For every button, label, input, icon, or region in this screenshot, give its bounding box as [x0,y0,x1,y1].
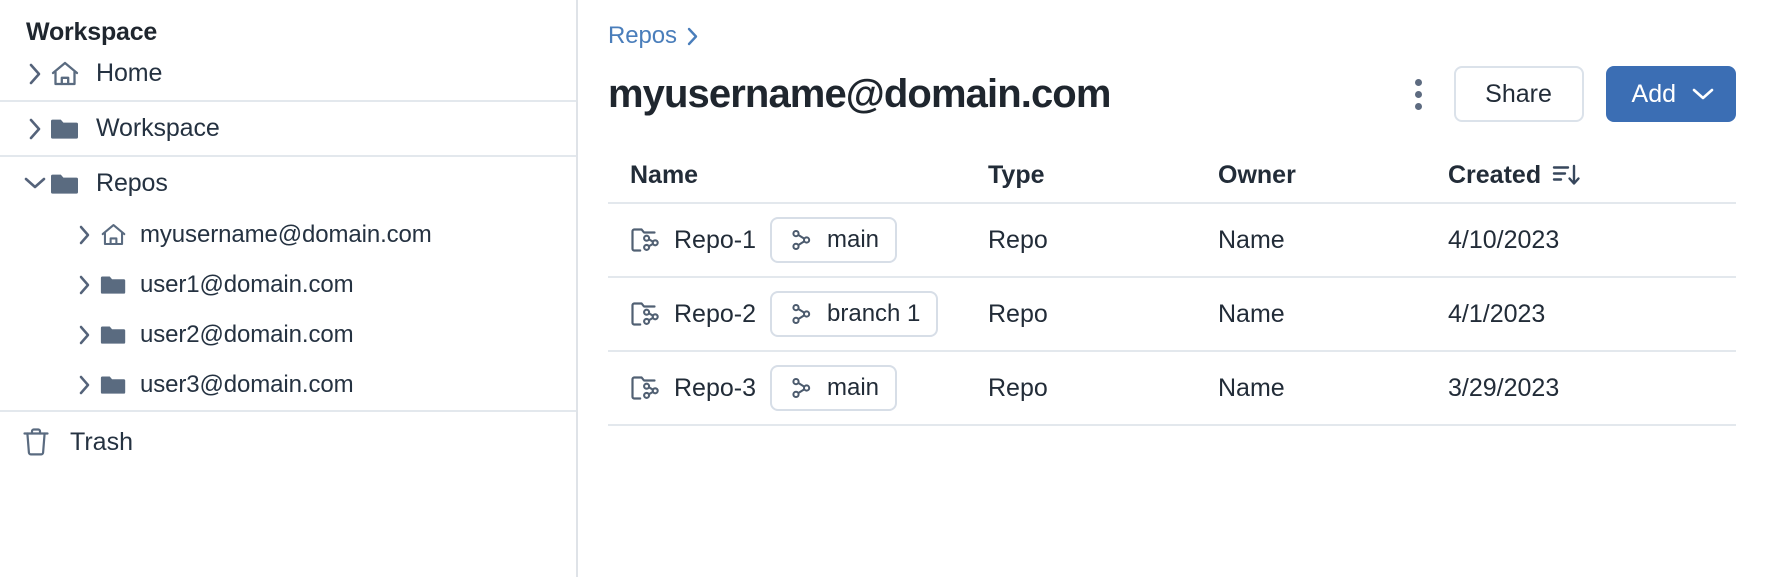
chevron-right-icon[interactable] [72,222,98,248]
chevron-right-icon[interactable] [22,61,48,87]
sidebar-group-home: Home [0,47,576,102]
branch-badge[interactable]: branch 1 [770,291,939,337]
page-header: myusername@domain.com Share Add [578,50,1780,122]
sidebar-item-label: Workspace [96,114,220,142]
kebab-dot [1415,78,1423,86]
cell-created: 4/10/2023 [1448,225,1560,254]
sidebar-item-workspace[interactable]: Workspace [0,102,576,155]
table-row[interactable]: Repo-1 main Repo Name 4/10/2023 [608,204,1736,278]
cell-name-label: Repo-1 [674,225,756,254]
sidebar: Workspace Home Workspace Repos myusernam… [0,0,578,577]
column-header-owner[interactable]: Owner [1218,161,1448,190]
branch-badge-label: main [827,226,880,253]
cell-type: Repo [988,225,1048,254]
branch-badge[interactable]: main [770,217,898,263]
cell-name-label: Repo-2 [674,299,756,328]
column-header-created[interactable]: Created [1448,161,1736,190]
trash-icon [22,427,56,457]
sidebar-item-label: user3@domain.com [140,371,354,398]
cell-type: Repo [988,373,1048,402]
sidebar-item-myusername[interactable]: myusername@domain.com [0,210,576,260]
kebab-dot [1415,102,1423,110]
folder-icon [50,172,84,196]
main-content: Repos myusername@domain.com Share Add Na… [578,0,1780,577]
cell-name: Repo-2 branch 1 [608,291,988,337]
sidebar-item-user1[interactable]: user1@domain.com [0,260,576,310]
chevron-right-icon[interactable] [22,116,48,142]
column-header-type[interactable]: Type [988,161,1218,190]
repos-table: Name Type Owner Created Repo-1 main Repo… [608,148,1736,426]
folder-icon [50,117,84,141]
sidebar-group-repos: Repos myusername@domain.com user1@domain… [0,157,576,412]
chevron-right-icon[interactable] [72,272,98,298]
folder-icon [100,374,130,396]
add-button[interactable]: Add [1605,66,1736,122]
branch-badge-label: branch 1 [827,300,921,327]
git-branch-icon [788,301,814,327]
folder-icon [100,274,130,296]
table-header-row: Name Type Owner Created [608,148,1736,204]
repo-icon [630,226,660,254]
header-actions: Share Add [1406,66,1736,122]
home-icon [100,222,130,248]
breadcrumb-link-repos[interactable]: Repos [608,22,677,50]
share-button[interactable]: Share [1453,66,1584,122]
kebab-dot [1415,90,1423,98]
sidebar-item-label: myusername@domain.com [140,221,432,248]
add-button-label: Add [1631,79,1676,108]
repo-icon [630,300,660,328]
repo-icon [630,374,660,402]
sidebar-item-repos[interactable]: Repos [0,157,576,210]
chevron-down-icon[interactable] [22,171,48,197]
chevron-right-icon[interactable] [72,372,98,398]
folder-icon [100,324,130,346]
git-branch-icon [788,375,814,401]
sort-descending-icon[interactable] [1551,162,1581,188]
sidebar-item-user3[interactable]: user3@domain.com [0,360,576,410]
sidebar-item-trash[interactable]: Trash [0,412,576,472]
chevron-right-icon [686,27,699,46]
table-row[interactable]: Repo-2 branch 1 Repo Name 4/1/2023 [608,278,1736,352]
sidebar-item-home[interactable]: Home [0,47,576,100]
more-vertical-icon[interactable] [1406,74,1432,114]
sidebar-group-workspace: Workspace [0,102,576,157]
cell-type: Repo [988,299,1048,328]
table-row[interactable]: Repo-3 main Repo Name 3/29/2023 [608,352,1736,426]
page-title: myusername@domain.com [608,71,1111,116]
git-branch-icon [788,227,814,253]
column-header-name[interactable]: Name [608,161,988,190]
sidebar-item-label: Trash [70,427,133,456]
cell-created: 3/29/2023 [1448,373,1560,402]
cell-owner: Name [1218,299,1285,328]
chevron-right-icon[interactable] [72,322,98,348]
sidebar-item-label: user2@domain.com [140,321,354,348]
cell-name-label: Repo-3 [674,373,756,402]
sidebar-item-user2[interactable]: user2@domain.com [0,310,576,360]
breadcrumb: Repos [578,0,1780,50]
column-header-created-label: Created [1448,160,1542,189]
sidebar-item-label: Home [96,59,163,87]
branch-badge[interactable]: main [770,365,898,411]
home-icon [50,60,84,88]
app-root: Workspace Home Workspace Repos myusernam… [0,0,1780,577]
cell-name: Repo-1 main [608,217,988,263]
workspace-heading: Workspace [26,18,158,46]
cell-owner: Name [1218,225,1285,254]
chevron-down-icon [1692,87,1714,101]
branch-badge-label: main [827,374,880,401]
sidebar-item-label: user1@domain.com [140,271,354,298]
sidebar-item-label: Repos [96,169,168,197]
cell-owner: Name [1218,373,1285,402]
cell-name: Repo-3 main [608,365,988,411]
cell-created: 4/1/2023 [1448,299,1546,328]
